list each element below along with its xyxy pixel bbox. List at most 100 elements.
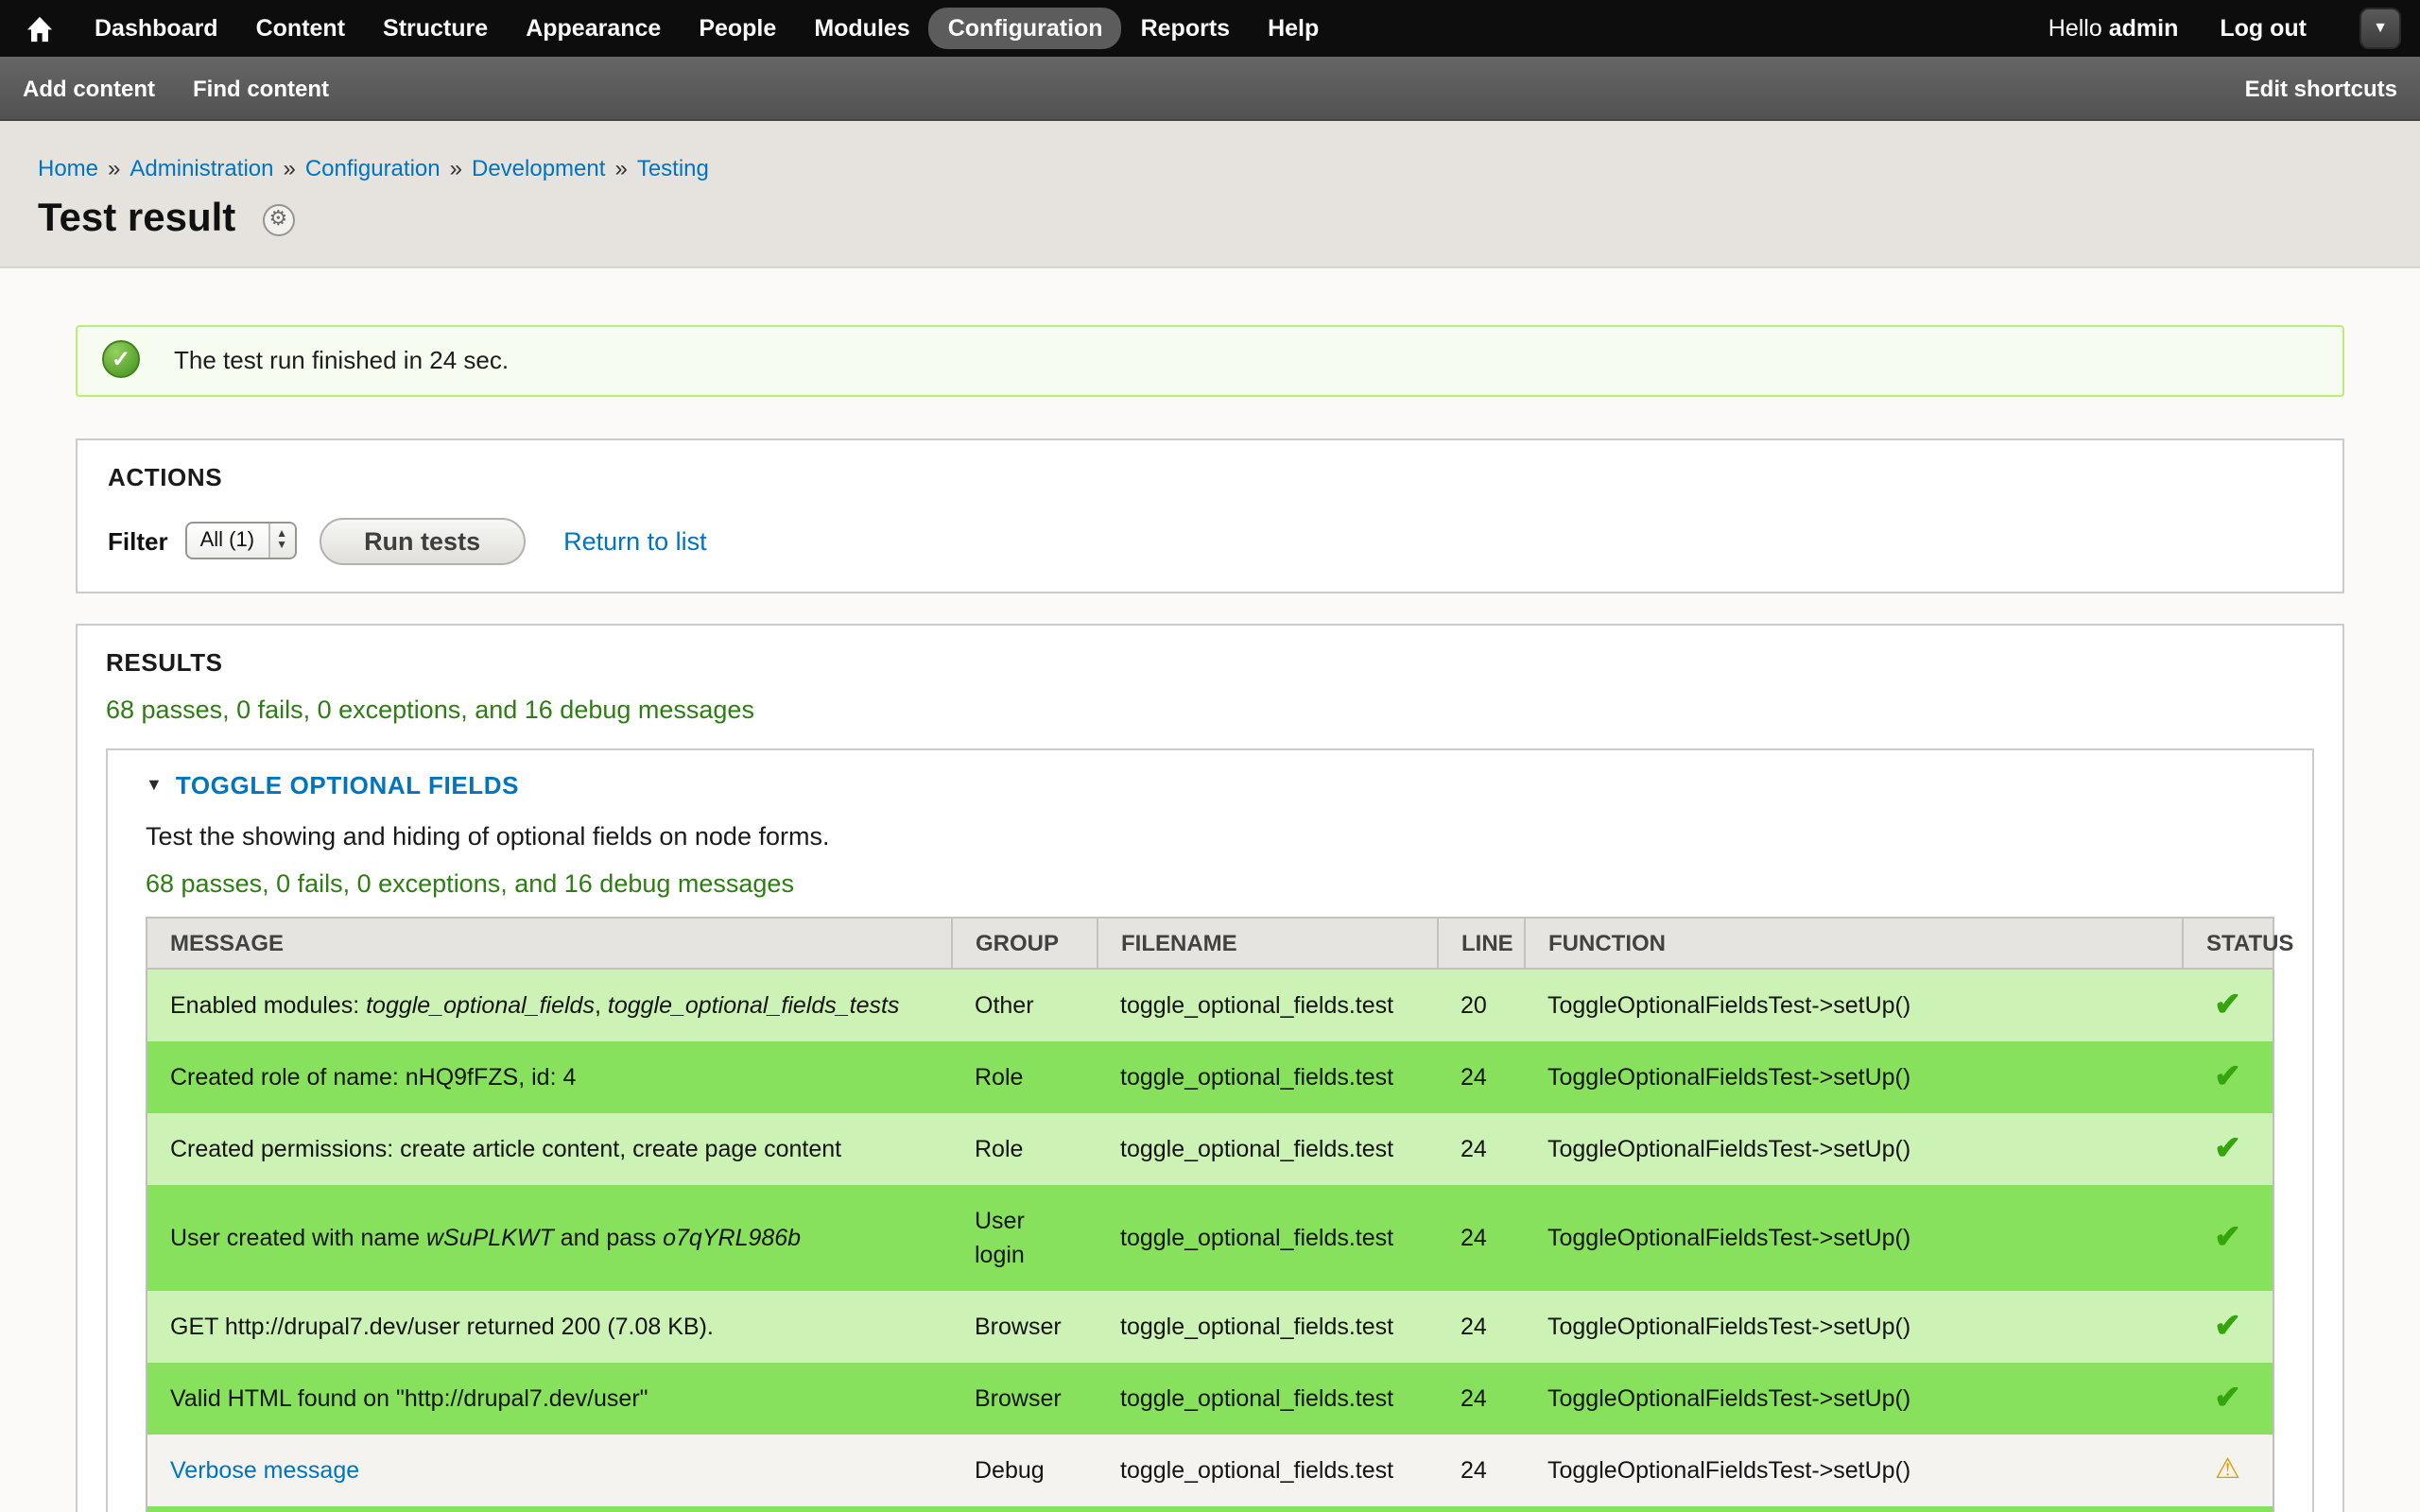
cell-line: 24 xyxy=(1438,1363,1525,1435)
cell-function: ToggleOptionalFieldsTest->setUp() xyxy=(1525,1363,2183,1435)
cell-filename xyxy=(1098,1506,1438,1512)
cell-function: ToggleOptionalFieldsTest->setUp() xyxy=(1525,969,2183,1041)
page-title-row: Test result ⚙ xyxy=(38,195,2382,244)
cell-filename: toggle_optional_fields.test xyxy=(1098,969,1438,1041)
cell-status: ✔ xyxy=(2183,969,2273,1041)
message-italic-segment: toggle_optional_fields xyxy=(366,992,595,1019)
cell-group: Other xyxy=(952,969,1098,1041)
logout-link[interactable]: Log out xyxy=(2220,15,2307,42)
cell-function: ToggleOptionalFieldsTest->setUp() xyxy=(1525,1113,2183,1185)
toolbar-menu-item-help[interactable]: Help xyxy=(1249,8,1338,49)
table-row: Created role of name: nHQ9fFZS, id: 4 Rol… xyxy=(147,1041,2273,1113)
home-icon[interactable] xyxy=(15,6,64,51)
cell-function xyxy=(1525,1506,2183,1512)
table-row: Verbose message Debugtoggle_optional_fiel… xyxy=(147,1435,2273,1506)
filter-select[interactable]: All (1) ▲▼ xyxy=(185,522,296,559)
toolbar-menu-item-people[interactable]: People xyxy=(680,8,795,49)
toolbar-menu-item-dashboard[interactable]: Dashboard xyxy=(76,8,237,49)
status-message-text: The test run finished in 24 sec. xyxy=(174,346,509,374)
content-area: ✓ The test run finished in 24 sec. ACTIO… xyxy=(0,325,2420,1512)
toolbar-menu-item-content[interactable]: Content xyxy=(237,8,364,49)
toolbar-menu: DashboardContentStructureAppearancePeopl… xyxy=(76,8,1338,49)
breadcrumb-separator: » xyxy=(283,155,295,181)
cell-function: ToggleOptionalFieldsTest->setUp() xyxy=(1525,1185,2183,1291)
cell-message: GET http://drupal7.dev/user returned 200… xyxy=(147,1291,952,1363)
message-segment: , xyxy=(595,992,608,1019)
table-row: Valid HTML found on "http://drupal7.dev/… xyxy=(147,1363,2273,1435)
username: admin xyxy=(2109,15,2179,42)
greeting-text: Hello admin xyxy=(2048,15,2179,42)
cell-group: User login xyxy=(952,1185,1098,1291)
contextual-gear-icon[interactable]: ⚙ xyxy=(262,203,294,235)
cell-status: ⚠ xyxy=(2183,1435,2273,1506)
message-segment: Created role of name: nHQ9fFZS, id: 4 xyxy=(170,1064,576,1091)
table-row: User created with name wSuPLKWT and pass… xyxy=(147,1185,2273,1291)
cell-group xyxy=(952,1506,1098,1512)
pass-check-icon: ✔ xyxy=(2214,986,2241,1022)
cell-filename: toggle_optional_fields.test xyxy=(1098,1435,1438,1506)
verbose-message-link[interactable]: Verbose message xyxy=(170,1457,359,1484)
toolbar-toggle-button[interactable]: ▼ xyxy=(2360,8,2401,49)
pass-check-icon: ✔ xyxy=(2214,1307,2241,1343)
toolbar-menu-item-reports[interactable]: Reports xyxy=(1122,8,1249,49)
pass-check-icon: ✔ xyxy=(2214,1218,2241,1254)
shortcut-bar: Add content Find content Edit shortcuts xyxy=(0,57,2420,121)
breadcrumb: Home»Administration»Configuration»Develo… xyxy=(38,155,2382,183)
test-group-summary: 68 passes, 0 fails, 0 exceptions, and 16… xyxy=(146,868,2274,900)
results-summary: 68 passes, 0 fails, 0 exceptions, and 16… xyxy=(106,694,2314,726)
breadcrumb-link-development[interactable]: Development xyxy=(472,155,605,181)
cell-group: Browser xyxy=(952,1363,1098,1435)
edit-shortcuts-link[interactable]: Edit shortcuts xyxy=(2245,75,2397,101)
toolbar-menu-item-configuration[interactable]: Configuration xyxy=(929,8,1122,49)
cell-message[interactable]: Verbose message xyxy=(147,1435,952,1506)
breadcrumb-link-testing[interactable]: Testing xyxy=(637,155,709,181)
message-segment: Enabled modules: xyxy=(170,992,366,1019)
cell-line: 24 xyxy=(1438,1185,1525,1291)
results-panel: RESULTS 68 passes, 0 fails, 0 exceptions… xyxy=(76,624,2344,1512)
cell-filename: toggle_optional_fields.test xyxy=(1098,1113,1438,1185)
page-title: Test result xyxy=(38,195,235,244)
message-segment: GET http://drupal7.dev/user returned 200… xyxy=(170,1314,714,1340)
cell-status: ✔ xyxy=(2183,1363,2273,1435)
cell-group: Role xyxy=(952,1041,1098,1113)
run-tests-button[interactable]: Run tests xyxy=(319,517,526,564)
message-segment: Valid HTML found on "http://drupal7.dev/… xyxy=(170,1385,648,1412)
cell-function: ToggleOptionalFieldsTest->setUp() xyxy=(1525,1291,2183,1363)
breadcrumb-link-administration[interactable]: Administration xyxy=(130,155,273,181)
toolbar-menu-item-modules[interactable]: Modules xyxy=(795,8,928,49)
breadcrumb-link-configuration[interactable]: Configuration xyxy=(305,155,441,181)
message-italic-segment: wSuPLKWT xyxy=(426,1225,554,1251)
cell-line: 24 xyxy=(1438,1113,1525,1185)
message-segment: Verbose message xyxy=(170,1457,359,1484)
breadcrumb-separator: » xyxy=(108,155,120,181)
results-table-body: Enabled modules: toggle_optional_fields,… xyxy=(147,969,2273,1512)
home-icon-glyph xyxy=(25,14,55,43)
cell-message: User created with name wSuPLKWT and pass… xyxy=(147,1185,952,1291)
cell-message: Enabled modules: toggle_optional_fields,… xyxy=(147,969,952,1041)
toolbar-menu-item-appearance[interactable]: Appearance xyxy=(507,8,680,49)
filter-select-value: All (1) xyxy=(187,524,268,558)
test-group-title-row: ▼ TOGGLE OPTIONAL FIELDS xyxy=(146,769,2274,801)
message-segment: User created with name xyxy=(170,1225,426,1251)
cell-filename: toggle_optional_fields.test xyxy=(1098,1041,1438,1113)
cell-filename: toggle_optional_fields.test xyxy=(1098,1185,1438,1291)
cell-function: ToggleOptionalFieldsTest->setUp() xyxy=(1525,1041,2183,1113)
cell-status: ✔ xyxy=(2183,1291,2273,1363)
actions-legend: ACTIONS xyxy=(108,463,2312,493)
cell-message: Created permissions: create article cont… xyxy=(147,1113,952,1185)
shortcut-item-add-content[interactable]: Add content xyxy=(23,75,155,101)
test-group-title-link[interactable]: TOGGLE OPTIONAL FIELDS xyxy=(176,769,519,801)
column-header-group: GROUP xyxy=(952,918,1098,969)
shortcut-item-find-content[interactable]: Find content xyxy=(193,75,329,101)
cell-group: Debug xyxy=(952,1435,1098,1506)
collapse-arrow-icon: ▼ xyxy=(146,769,163,801)
results-legend: RESULTS xyxy=(106,648,2314,679)
results-table-header-row: MESSAGEGROUPFILENAMELINEFUNCTIONSTATUS xyxy=(147,918,2273,969)
breadcrumb-link-home[interactable]: Home xyxy=(38,155,98,181)
actions-panel: ACTIONS Filter All (1) ▲▼ Run tests Retu… xyxy=(76,438,2344,593)
cell-status: ✔ xyxy=(2183,1113,2273,1185)
cell-group: Browser xyxy=(952,1291,1098,1363)
toolbar-menu-item-structure[interactable]: Structure xyxy=(364,8,507,49)
return-to-list-link[interactable]: Return to list xyxy=(563,526,707,555)
test-group-description: Test the showing and hiding of optional … xyxy=(146,820,2274,852)
